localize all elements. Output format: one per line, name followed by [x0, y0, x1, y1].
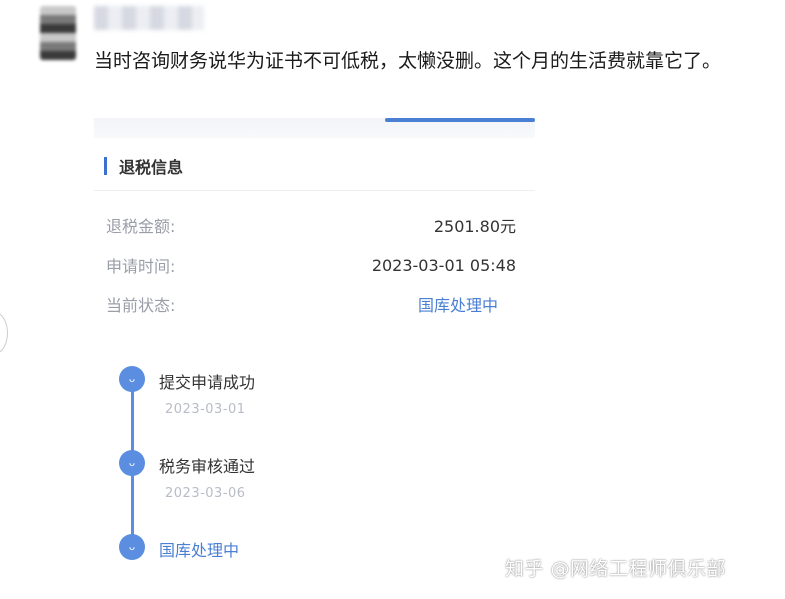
step-dot-icon: ᴗ — [119, 534, 145, 560]
status-row: 当前状态: 国库处理中 — [106, 292, 516, 316]
apply-time-row: 申请时间: 2023-03-01 05:48 — [106, 253, 516, 277]
step-date: 2023-03-01 — [165, 402, 246, 417]
comment-text: 当时咨询财务说华为证书不可低税，太懒没删。这个月的生活费就靠它了。 — [94, 50, 722, 72]
refund-amount-value: 2501.80元 — [433, 217, 516, 236]
title-accent-bar — [104, 157, 107, 175]
progress-timeline: ᴗ 提交申请成功 2023-03-01 ᴗ 税务审核通过 2023-03-06 … — [94, 358, 535, 580]
step-title: 税务审核通过 — [159, 457, 256, 476]
section-title: 退税信息 — [119, 158, 184, 177]
apply-time-value: 2023-03-01 05:48 — [371, 255, 516, 275]
divider — [94, 190, 535, 191]
status-value[interactable]: 国库处理中 — [418, 292, 498, 316]
active-tab-indicator — [385, 118, 535, 122]
tab-bar — [94, 118, 535, 138]
step-title-active: 国库处理中 — [159, 541, 240, 560]
step-dot-icon: ᴗ — [119, 366, 145, 392]
step-dot-icon: ᴗ — [119, 450, 145, 476]
watermark: 知乎 @网络工程师俱乐部 — [505, 558, 727, 580]
section-header: 退税信息 — [104, 156, 184, 177]
refund-amount-row: 退税金额: 2501.80元 — [106, 213, 516, 237]
username-blurred[interactable] — [94, 6, 204, 30]
status-label: 当前状态: — [106, 296, 176, 315]
step-title: 提交申请成功 — [159, 373, 256, 392]
refund-amount-label: 退税金额: — [106, 217, 176, 236]
edge-decoration — [0, 312, 8, 354]
tax-refund-card: 退税信息 退税金额: 2501.80元 申请时间: 2023-03-01 05:… — [94, 118, 535, 580]
step-date: 2023-03-06 — [165, 486, 246, 501]
apply-time-label: 申请时间: — [106, 257, 176, 276]
avatar[interactable] — [40, 6, 76, 60]
